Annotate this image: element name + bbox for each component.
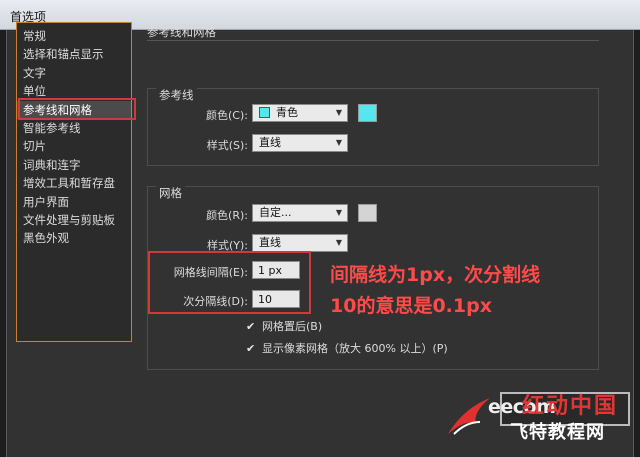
panel-divider xyxy=(147,40,599,41)
watermark-logo: eecom 红动中国 飞特教程网 xyxy=(440,384,636,454)
grid-group-label: 网格 xyxy=(156,185,185,201)
annotation-line-2: 10的意思是0.1px xyxy=(330,295,492,317)
sidebar-highlight-box xyxy=(18,98,136,120)
sidebar-item-plugins-scratch-disks[interactable]: 增效工具和暂存盘 xyxy=(17,174,131,192)
sidebar-item-appearance-of-black[interactable]: 黑色外观 xyxy=(17,229,131,247)
checkmark-icon: ✔ xyxy=(246,342,256,355)
chevron-down-icon: ▼ xyxy=(335,138,342,147)
grid-color-value: 自定... xyxy=(259,206,292,219)
guides-style-label: 样式(S): xyxy=(206,139,248,152)
checkmark-icon: ✔ xyxy=(246,320,256,333)
flame-logo-icon xyxy=(448,398,490,435)
panel-title: 参考线和网格 xyxy=(147,25,216,39)
guides-group-label: 参考线 xyxy=(156,87,197,103)
grids-in-back-label: 网格置后(B) xyxy=(262,320,323,333)
guides-color-label: 颜色(C): xyxy=(206,109,248,122)
grid-settings-highlight-box xyxy=(148,251,311,314)
grid-color-swatch[interactable] xyxy=(358,204,377,222)
guides-group: 参考线 xyxy=(147,87,599,166)
cyan-swatch-icon xyxy=(259,107,270,118)
watermark-text-cn-top: 红动中国 xyxy=(522,394,619,419)
grid-style-value: 直线 xyxy=(259,236,281,249)
sidebar-item-smart-guides[interactable]: 智能参考线 xyxy=(17,119,131,137)
sidebar-item-slices[interactable]: 切片 xyxy=(17,137,131,155)
sidebar-item-hyphenation[interactable]: 词典和连字 xyxy=(17,156,131,174)
grid-style-select[interactable]: 直线 ▼ xyxy=(252,234,348,252)
chevron-down-icon: ▼ xyxy=(335,208,342,217)
chevron-down-icon: ▼ xyxy=(335,108,342,117)
sidebar-item-selection-anchor-display[interactable]: 选择和锚点显示 xyxy=(17,45,131,63)
guides-color-select[interactable]: 青色 ▼ xyxy=(252,104,348,122)
guides-color-value: 青色 xyxy=(276,106,298,119)
grids-in-back-checkbox[interactable]: ✔ 网格置后(B) xyxy=(246,318,322,334)
show-pixel-grid-label: 显示像素网格（放大 600% 以上）(P) xyxy=(262,342,448,355)
preferences-sidebar: 常规 选择和锚点显示 文字 单位 参考线和网格 智能参考线 切片 词典和连字 增… xyxy=(16,22,132,342)
guides-color-swatch[interactable] xyxy=(358,104,377,122)
chevron-down-icon: ▼ xyxy=(335,238,342,247)
guides-style-value: 直线 xyxy=(259,136,281,149)
grid-color-select[interactable]: 自定... ▼ xyxy=(252,204,348,222)
guides-style-select[interactable]: 直线 ▼ xyxy=(252,134,348,152)
show-pixel-grid-checkbox[interactable]: ✔ 显示像素网格（放大 600% 以上）(P) xyxy=(246,340,448,356)
sidebar-item-type[interactable]: 文字 xyxy=(17,64,131,82)
sidebar-item-file-handling-clipboard[interactable]: 文件处理与剪贴板 xyxy=(17,211,131,229)
sidebar-item-general[interactable]: 常规 xyxy=(17,27,131,45)
watermark-text-cn-bottom: 飞特教程网 xyxy=(510,422,605,443)
sidebar-item-user-interface[interactable]: 用户界面 xyxy=(17,193,131,211)
annotation-line-1: 间隔线为1px，次分割线 xyxy=(330,264,541,286)
grid-color-label: 颜色(R): xyxy=(206,209,248,222)
